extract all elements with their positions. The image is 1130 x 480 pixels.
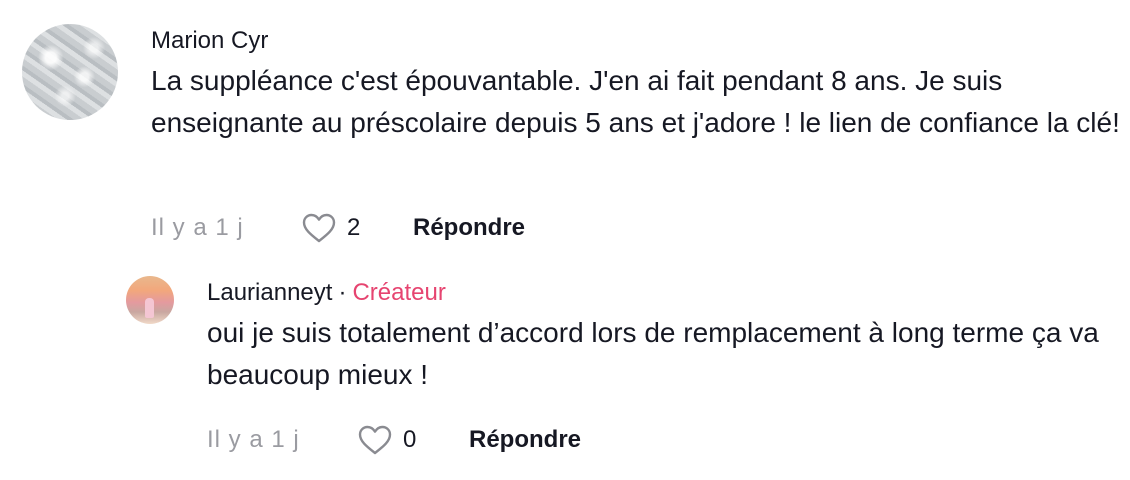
- heart-outline-icon: [302, 213, 336, 243]
- reply-author[interactable]: Laurianneyt: [207, 279, 332, 306]
- separator-dot: ·: [338, 279, 347, 306]
- comment-thread: Marion Cyr La suppléance c'est épouvanta…: [0, 0, 1130, 480]
- reply-body: Laurianneyt · Créateur oui je suis totalem…: [207, 276, 1107, 455]
- like-count: 2: [347, 214, 361, 241]
- avatar[interactable]: [126, 276, 174, 324]
- comment-text: La suppléance c'est épouvantable. J'en a…: [151, 65, 1120, 138]
- comment-timestamp: Il y a 1 j: [151, 214, 244, 241]
- reply-timestamp: Il y a 1 j: [207, 426, 300, 453]
- reply-text: oui je suis totalement d’accord lors de …: [207, 317, 1099, 390]
- like-button[interactable]: 2: [301, 212, 413, 244]
- like-button[interactable]: 0: [357, 424, 469, 456]
- reply-actions: Il y a 1 j 0 Répondre: [207, 420, 581, 460]
- reply-header: Laurianneyt · Créateur: [207, 276, 1107, 310]
- avatar-figure: [145, 298, 154, 318]
- comment-header: Marion Cyr: [151, 24, 1126, 58]
- comment-author[interactable]: Marion Cyr: [151, 27, 268, 54]
- comment-body: Marion Cyr La suppléance c'est épouvanta…: [151, 24, 1126, 243]
- reply-button[interactable]: Répondre: [469, 426, 581, 454]
- creator-badge: Créateur: [352, 279, 446, 306]
- heart-outline-icon: [358, 425, 392, 455]
- reply-button[interactable]: Répondre: [413, 214, 525, 242]
- comment-actions: Il y a 1 j 2 Répondre: [151, 208, 525, 248]
- avatar[interactable]: [22, 24, 118, 120]
- like-count: 0: [403, 426, 417, 453]
